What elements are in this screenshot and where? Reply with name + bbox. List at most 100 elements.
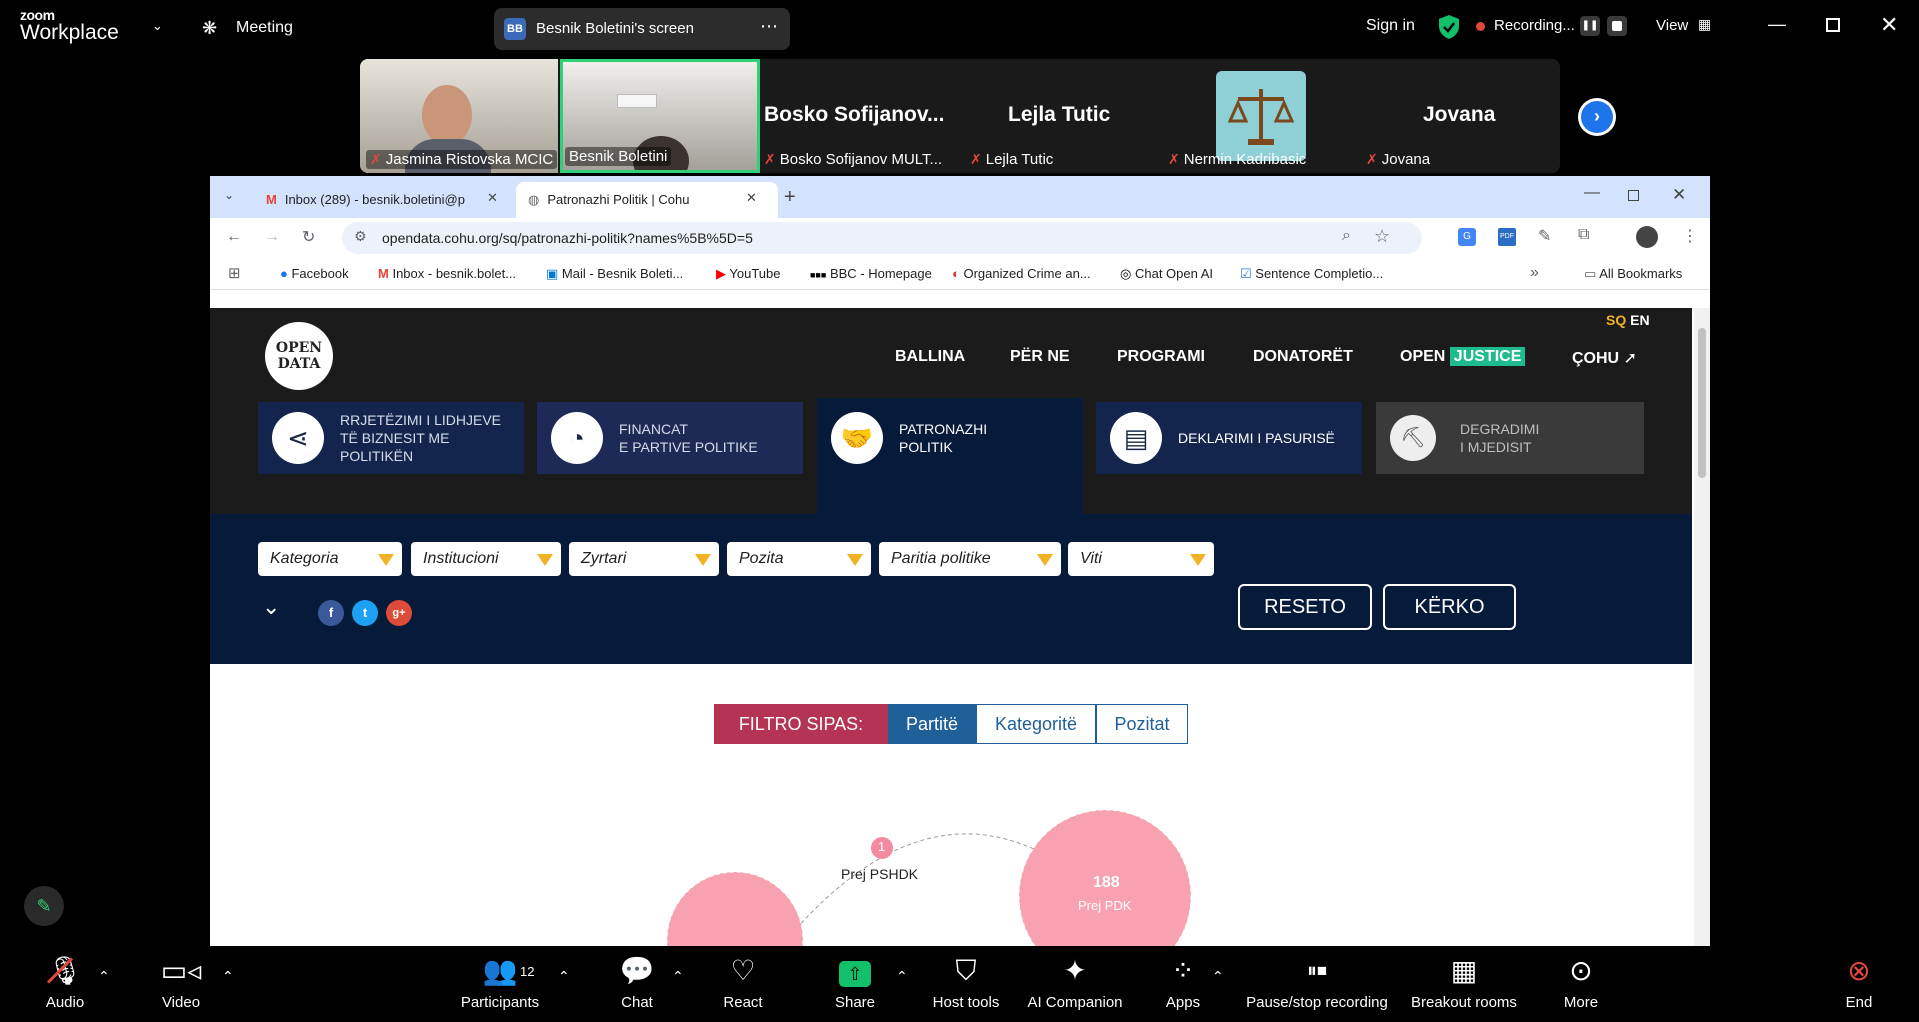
- pdf-extension-icon[interactable]: PDF: [1498, 228, 1516, 246]
- omnibox[interactable]: ⚙ opendata.cohu.org/sq/patronazhi-politi…: [342, 222, 1422, 254]
- translate-extension-icon[interactable]: G: [1458, 228, 1476, 246]
- chevron-down-icon[interactable]: ⌄: [152, 18, 163, 34]
- apps-grid-icon[interactable]: ⊞: [228, 264, 241, 282]
- bookmark-youtube[interactable]: ▶ YouTube: [716, 266, 780, 282]
- participant-display-name: Bosko Sofijanov...: [764, 103, 945, 126]
- annotate-pen-button[interactable]: ✎: [24, 886, 64, 926]
- participant-display-name: Lejla Tutic: [1008, 103, 1111, 126]
- close-window-icon[interactable]: ✕: [1672, 185, 1686, 205]
- apps-caret-icon[interactable]: ⌃: [1212, 968, 1224, 985]
- breakout-grid-icon: ▦: [1450, 955, 1478, 986]
- minimize-window-icon[interactable]: —: [1584, 184, 1600, 202]
- participant-name: ✗ Nermin Kadribasic: [1168, 151, 1307, 168]
- close-icon[interactable]: ✕: [1880, 12, 1898, 38]
- participant-tile[interactable]: ✗ Jasmina Ristovska MCIC: [360, 59, 558, 173]
- more-button[interactable]: ⊙ More: [1546, 946, 1616, 1022]
- sign-in-link[interactable]: Sign in: [1366, 17, 1415, 35]
- youtube-icon: ▶: [716, 266, 726, 281]
- react-label: React: [723, 994, 763, 1011]
- ai-companion-button[interactable]: ✦ AI Companion: [1020, 946, 1130, 1022]
- meeting-label[interactable]: Meeting: [236, 19, 293, 37]
- patronage-bubble-chart: [666, 809, 1192, 946]
- profile-avatar[interactable]: [1636, 226, 1658, 248]
- bookmarks-bar: ⊞ ● Facebook M Inbox - besnik.bolet... ▣…: [210, 258, 1710, 290]
- participants-icon: 👥: [482, 955, 518, 986]
- share-button[interactable]: ⇧ Share: [820, 946, 890, 1022]
- heart-icon: ♡: [730, 955, 756, 986]
- security-shield-icon[interactable]: [1438, 14, 1460, 40]
- tab-patronazhi[interactable]: ◍ Patronazhi Politik | Cohu: [516, 182, 778, 218]
- page-scrollbar[interactable]: [1694, 308, 1710, 946]
- view-grid-icon[interactable]: ▦: [1698, 16, 1711, 33]
- minimize-icon[interactable]: —: [1768, 14, 1786, 35]
- view-button[interactable]: View: [1656, 17, 1688, 34]
- bookmark-inbox[interactable]: M Inbox - besnik.bolet...: [378, 266, 516, 281]
- back-arrow-icon[interactable]: ←: [226, 228, 242, 246]
- stop-recording-icon[interactable]: [1607, 16, 1627, 36]
- screen-share-pill[interactable]: BB Besnik Boletini's screen ⋯: [494, 8, 790, 50]
- party-bubble-pshdk[interactable]: [666, 871, 804, 946]
- react-button[interactable]: ♡ React: [708, 946, 778, 1022]
- recording-label[interactable]: Recording...: [1494, 17, 1575, 34]
- maximize-window-icon[interactable]: [1628, 190, 1639, 201]
- participants-button[interactable]: 👥 12 Participants: [450, 946, 550, 1022]
- more-bookmarks-icon[interactable]: »: [1530, 264, 1539, 282]
- end-meeting-button[interactable]: ⊗ End: [1824, 946, 1894, 1022]
- bookmark-sentence[interactable]: ☑ Sentence Completio...: [1240, 266, 1383, 282]
- close-tab-icon[interactable]: ✕: [487, 190, 498, 206]
- all-bookmarks-folder[interactable]: ▭ All Bookmarks: [1584, 266, 1682, 282]
- tab-search-icon[interactable]: ⌄: [224, 188, 234, 202]
- bookmark-organized-crime[interactable]: ◐ Organized Crime an...: [952, 266, 1091, 281]
- bookmark-bbc[interactable]: ■■■ BBC - Homepage: [810, 266, 932, 281]
- sparkle-icon: ✦: [1063, 955, 1087, 986]
- video-options-caret-icon[interactable]: ⌃: [222, 968, 234, 985]
- apps-label: Apps: [1165, 994, 1201, 1011]
- breakout-rooms-button[interactable]: ▦ Breakout rooms: [1406, 946, 1522, 1022]
- audio-button[interactable]: 🎙 Audio: [30, 946, 100, 1022]
- bookmark-star-icon[interactable]: ☆: [1374, 226, 1390, 247]
- video-button[interactable]: ▭◃ Video: [146, 946, 216, 1022]
- participant-tile-active[interactable]: Besnik Boletini: [560, 59, 760, 173]
- audio-options-caret-icon[interactable]: ⌃: [98, 968, 110, 985]
- folder-icon: ▭: [1584, 266, 1597, 281]
- video-camera-icon: ▭◃: [160, 955, 202, 986]
- pause-stop-icon: ⏸⏹: [1307, 960, 1327, 982]
- next-participants-button[interactable]: ›: [1578, 98, 1616, 136]
- globe-icon: ◍: [528, 192, 540, 207]
- more-dots-icon: ⊙: [1569, 955, 1593, 986]
- share-caret-icon[interactable]: ⌃: [896, 968, 908, 985]
- zoom-magnifier-icon[interactable]: ⌕: [1342, 227, 1351, 245]
- zoom-workplace-logo[interactable]: zoom Workplace: [20, 8, 119, 43]
- participant-count: 12: [520, 964, 535, 979]
- participant-strip: ✗ Jasmina Ristovska MCIC Besnik Boletini …: [360, 59, 1560, 173]
- link-badge-count: 1: [878, 839, 886, 854]
- reload-icon[interactable]: ↻: [302, 227, 315, 247]
- pause-stop-recording-button[interactable]: ⏸⏹ Pause/stop recording: [1240, 946, 1394, 1022]
- apps-button[interactable]: ⁘ Apps: [1150, 946, 1216, 1022]
- bookmark-facebook[interactable]: ● Facebook: [280, 266, 349, 281]
- tab-inbox[interactable]: M Inbox (289) - besnik.boletini@p: [254, 182, 514, 218]
- chat-caret-icon[interactable]: ⌃: [672, 968, 684, 985]
- address-toolbar: ← → ↻ ⚙ opendata.cohu.org/sq/patronazhi-…: [210, 218, 1710, 258]
- pen-extension-icon[interactable]: ✎: [1538, 226, 1551, 246]
- restore-icon[interactable]: [1826, 18, 1840, 32]
- pause-recording-icon[interactable]: ❚❚: [1580, 16, 1600, 36]
- zoom-brand-bottom: Workplace: [20, 21, 119, 44]
- muted-mic-icon: ✗: [370, 151, 382, 167]
- chat-button[interactable]: 💬 Chat: [602, 946, 672, 1022]
- bubble-value: 188: [1093, 874, 1120, 891]
- scrollbar-thumb[interactable]: [1698, 328, 1706, 478]
- extensions-puzzle-icon[interactable]: ⧉: [1578, 226, 1589, 244]
- url-text[interactable]: opendata.cohu.org/sq/patronazhi-politik?…: [382, 230, 753, 246]
- new-tab-icon[interactable]: +: [784, 186, 796, 209]
- forward-arrow-icon[interactable]: →: [264, 228, 280, 246]
- bookmark-mail[interactable]: ▣ Mail - Besnik Boleti...: [546, 266, 683, 282]
- participants-caret-icon[interactable]: ⌃: [558, 968, 570, 985]
- gmail-icon: M: [266, 192, 277, 207]
- more-options-icon[interactable]: ⋯: [760, 16, 778, 37]
- menu-kebab-icon[interactable]: ⋮: [1682, 226, 1698, 246]
- close-tab-icon[interactable]: ✕: [746, 190, 757, 206]
- site-info-icon[interactable]: ⚙: [354, 228, 367, 245]
- bookmark-chat-open-ai[interactable]: ◎ Chat Open AI: [1120, 266, 1213, 282]
- host-tools-button[interactable]: ⛉ Host tools: [926, 946, 1006, 1022]
